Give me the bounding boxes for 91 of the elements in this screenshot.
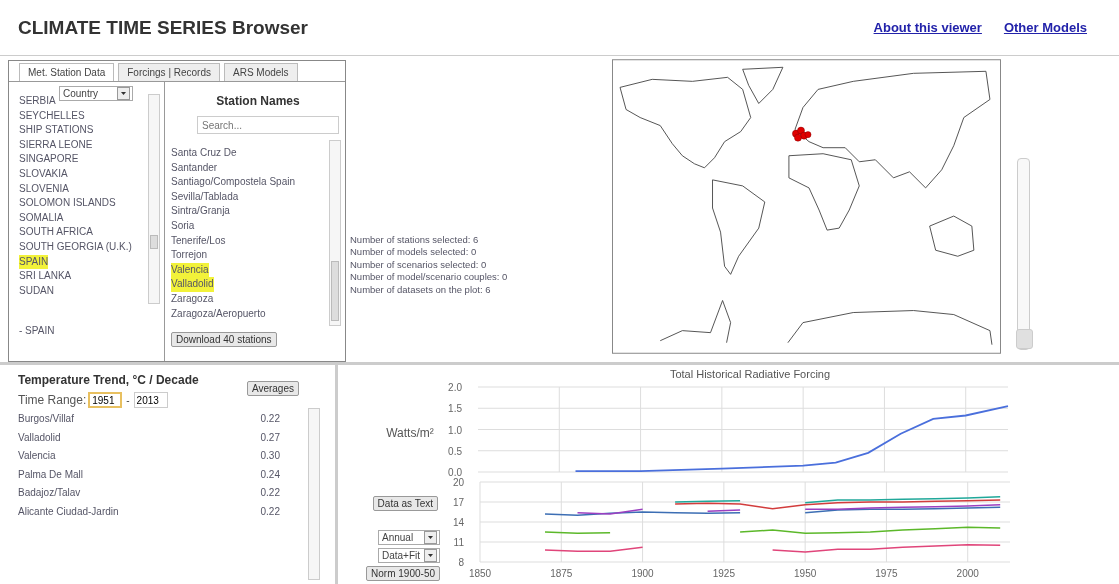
station-name: Valencia	[18, 449, 56, 463]
summary-line: Number of model/scenario couples: 0	[350, 271, 509, 284]
mode-dropdown[interactable]: Data+Fit	[378, 548, 440, 563]
station-item[interactable]: Valladolid	[171, 277, 214, 292]
end-year-field[interactable]: 2013	[133, 392, 168, 408]
search-field[interactable]: Search...	[197, 116, 339, 134]
x-tick-label: 1950	[794, 568, 817, 579]
y-tick-label: 14	[452, 517, 464, 528]
header-link[interactable]: Other Models	[1003, 20, 1087, 35]
station-item[interactable]: Zaragoza	[171, 291, 329, 307]
page-title: CLIMATE TIME SERIES Browser	[18, 16, 308, 39]
summary-line: Number of datasets on the plot: 6	[350, 283, 492, 297]
y-axis-label: Watts/m²	[386, 426, 434, 440]
country-item[interactable]: SHIP STATIONS	[19, 123, 148, 138]
station-name: Burgos/Villaf	[18, 412, 74, 426]
station-name: Palma De Mall	[18, 467, 84, 482]
station-name: Alicante Ciudad-Jardin	[18, 504, 119, 519]
country-item[interactable]: SIERRA LEONE	[19, 137, 148, 153]
station-item[interactable]: Sevilla/Tablada	[171, 189, 329, 205]
trend-value: 0.22	[260, 504, 280, 519]
country-item[interactable]: SOUTH GEORGIA (U.K.)	[19, 239, 148, 255]
zoom-slider[interactable]	[1017, 158, 1030, 350]
summary-line: Number of scenarios selected: 0	[350, 258, 488, 272]
trend-value: 0.27	[260, 430, 280, 445]
station-markers	[792, 126, 812, 142]
summary-line: Number of stations selected: 6	[350, 233, 480, 247]
station-item[interactable]: Valencia	[171, 262, 209, 278]
y-tick-label: 0.0	[448, 467, 462, 476]
station-item[interactable]: Torrejon	[171, 248, 329, 263]
station-item[interactable]: Tenerife/Los	[171, 233, 329, 249]
chart-title: Total Historical Radiative Forcing	[669, 368, 831, 380]
tab[interactable]: Forcings | Records	[118, 63, 220, 81]
trend-title: Temperature Trend, °C / Decade	[18, 373, 199, 387]
caret-icon	[424, 549, 437, 562]
trend-value: 0.24	[260, 467, 280, 482]
country-item[interactable]: SUDAN	[19, 283, 148, 299]
summary-line: Number of models selected: 0	[350, 246, 478, 259]
station-item[interactable]: Zaragoza/Aeropuerto	[171, 306, 329, 322]
station-item[interactable]: Santiago/Compostela Spain	[171, 175, 329, 190]
country-item[interactable]: SEYCHELLES	[19, 108, 148, 124]
caret-icon	[424, 531, 437, 544]
y-tick-label: 20	[452, 477, 464, 488]
x-tick-label: 1850	[468, 568, 492, 579]
tab[interactable]: Met. Station Data	[19, 63, 115, 81]
country-item[interactable]: SOMALIA	[19, 210, 148, 226]
averages-button[interactable]: Averages	[246, 381, 299, 396]
x-tick-label: 1925	[712, 568, 735, 579]
station-heading: Station Names	[215, 94, 301, 108]
header-link[interactable]: About this viewer	[873, 20, 982, 35]
station-item[interactable]: Sintra/Granja	[171, 204, 329, 219]
station-item[interactable]: Soria	[171, 218, 329, 234]
time-range-label: Time Range:	[18, 393, 87, 407]
range-separator: -	[125, 394, 131, 406]
period-dropdown[interactable]: Annual	[378, 530, 440, 545]
trend-value: 0.22	[260, 412, 280, 426]
country-item[interactable]: SRI LANKA	[19, 269, 148, 284]
y-tick-label: 2.0	[448, 382, 462, 393]
norm-button[interactable]: Norm 1900-50	[366, 566, 440, 581]
trend-value: 0.30	[260, 449, 280, 463]
caret-icon	[117, 87, 130, 100]
scrollbar[interactable]	[148, 94, 160, 304]
country-item[interactable]: SPAIN	[19, 254, 49, 270]
x-tick-label: 1975	[875, 568, 898, 579]
scrollbar[interactable]	[308, 408, 320, 580]
x-tick-label: 1875	[550, 568, 573, 579]
country-item[interactable]: SLOVENIA	[19, 181, 148, 197]
x-tick-label: 1900	[631, 568, 654, 579]
scrollbar[interactable]	[329, 140, 341, 326]
station-name: Badajoz/Talav	[18, 486, 81, 500]
station-item[interactable]: Santa Cruz De	[171, 146, 329, 161]
start-year-field[interactable]: 1951	[88, 392, 123, 408]
data-as-text-button[interactable]: Data as Text	[372, 496, 438, 511]
chosen-country[interactable]: - SPAIN	[19, 324, 55, 339]
slider-thumb[interactable]	[1016, 329, 1033, 349]
country-item[interactable]: SLOVAKIA	[19, 166, 148, 182]
x-tick-label: 2000	[956, 568, 979, 579]
station-name: Valladolid	[18, 430, 61, 445]
trend-value: 0.22	[260, 486, 280, 500]
y-tick-label: 8	[458, 557, 464, 568]
download-button[interactable]: Download 40 stations	[171, 332, 277, 347]
country-item[interactable]: SINGAPORE	[19, 152, 148, 167]
tab[interactable]: ARS Models	[224, 63, 298, 81]
country-item[interactable]: SOUTH AFRICA	[19, 225, 148, 240]
y-tick-label: 0.5	[448, 445, 462, 457]
country-item[interactable]: SOLOMON ISLANDS	[19, 196, 148, 211]
y-tick-label: 11	[453, 537, 464, 548]
y-tick-label: 17	[452, 497, 464, 508]
country-dropdown[interactable]: Country	[59, 86, 133, 101]
y-tick-label: 1.0	[448, 424, 462, 436]
station-item[interactable]: Santander	[171, 160, 329, 176]
y-tick-label: 1.5	[448, 403, 462, 415]
